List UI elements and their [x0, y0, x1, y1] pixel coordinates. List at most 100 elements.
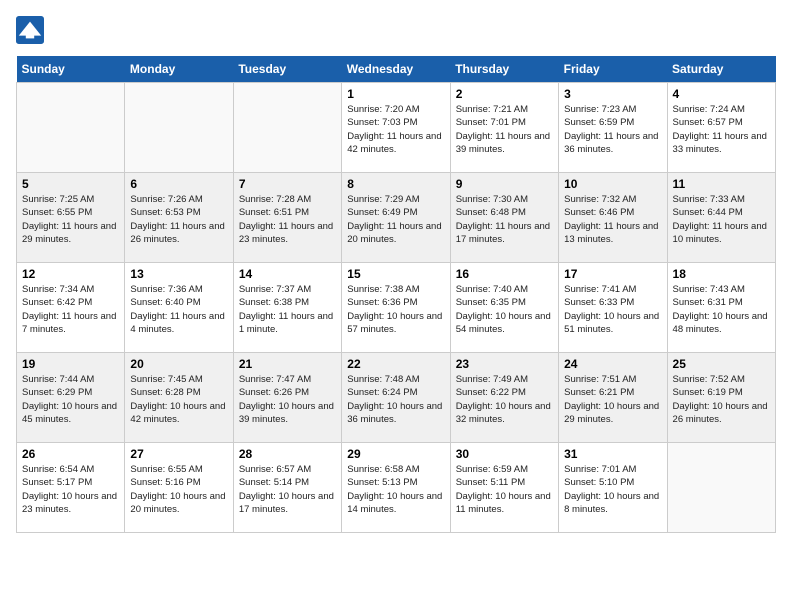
day-number: 10	[564, 177, 661, 191]
calendar-cell: 17 Sunrise: 7:41 AM Sunset: 6:33 PM Dayli…	[559, 263, 667, 353]
col-header-saturday: Saturday	[667, 56, 775, 83]
logo-icon	[16, 16, 44, 44]
day-info: Sunrise: 7:44 AM Sunset: 6:29 PM Dayligh…	[22, 373, 119, 426]
calendar-cell: 19 Sunrise: 7:44 AM Sunset: 6:29 PM Dayli…	[17, 353, 125, 443]
day-info: Sunrise: 7:23 AM Sunset: 6:59 PM Dayligh…	[564, 103, 661, 156]
calendar-cell: 26 Sunrise: 6:54 AM Sunset: 5:17 PM Dayli…	[17, 443, 125, 533]
calendar-cell: 9 Sunrise: 7:30 AM Sunset: 6:48 PM Daylig…	[450, 173, 558, 263]
day-info: Sunrise: 7:48 AM Sunset: 6:24 PM Dayligh…	[347, 373, 444, 426]
day-number: 24	[564, 357, 661, 371]
calendar-cell: 10Sunrise: 7:32 AM Sunset: 6:46 PM Dayli…	[559, 173, 667, 263]
day-info: Sunrise: 7:25 AM Sunset: 6:55 PM Dayligh…	[22, 193, 119, 246]
day-info: Sunrise: 7:30 AM Sunset: 6:48 PM Dayligh…	[456, 193, 553, 246]
day-info: Sunrise: 7:47 AM Sunset: 6:26 PM Dayligh…	[239, 373, 336, 426]
calendar-cell: 22 Sunrise: 7:48 AM Sunset: 6:24 PM Dayli…	[342, 353, 450, 443]
day-info: Sunrise: 7:34 AM Sunset: 6:42 PM Dayligh…	[22, 283, 119, 336]
calendar-table: SundayMondayTuesdayWednesdayThursdayFrid…	[16, 56, 776, 533]
day-info: Sunrise: 7:21 AM Sunset: 7:01 PM Dayligh…	[456, 103, 553, 156]
calendar-cell: 21 Sunrise: 7:47 AM Sunset: 6:26 PM Dayli…	[233, 353, 341, 443]
calendar-cell: 11 Sunrise: 7:33 AM Sunset: 6:44 PM Dayli…	[667, 173, 775, 263]
day-number: 19	[22, 357, 119, 371]
calendar-cell: 16 Sunrise: 7:40 AM Sunset: 6:35 PM Dayli…	[450, 263, 558, 353]
day-info: Sunrise: 7:24 AM Sunset: 6:57 PM Dayligh…	[673, 103, 770, 156]
col-header-tuesday: Tuesday	[233, 56, 341, 83]
day-info: Sunrise: 7:28 AM Sunset: 6:51 PM Dayligh…	[239, 193, 336, 246]
day-info: Sunrise: 7:01 AM Sunset: 5:10 PM Dayligh…	[564, 463, 661, 516]
day-number: 1	[347, 87, 444, 101]
col-header-wednesday: Wednesday	[342, 56, 450, 83]
day-number: 5	[22, 177, 119, 191]
calendar-cell: 20 Sunrise: 7:45 AM Sunset: 6:28 PM Dayli…	[125, 353, 233, 443]
calendar-cell: 7 Sunrise: 7:28 AM Sunset: 6:51 PM Daylig…	[233, 173, 341, 263]
day-number: 20	[130, 357, 227, 371]
day-number: 7	[239, 177, 336, 191]
calendar-cell: 28 Sunrise: 6:57 AM Sunset: 5:14 PM Dayli…	[233, 443, 341, 533]
day-number: 26	[22, 447, 119, 461]
calendar-cell: 2 Sunrise: 7:21 AM Sunset: 7:01 PM Daylig…	[450, 83, 558, 173]
calendar-cell: 29Sunrise: 6:58 AM Sunset: 5:13 PM Dayli…	[342, 443, 450, 533]
day-number: 21	[239, 357, 336, 371]
day-info: Sunrise: 7:38 AM Sunset: 6:36 PM Dayligh…	[347, 283, 444, 336]
day-number: 29	[347, 447, 444, 461]
day-number: 15	[347, 267, 444, 281]
day-info: Sunrise: 7:45 AM Sunset: 6:28 PM Dayligh…	[130, 373, 227, 426]
calendar-cell: 24 Sunrise: 7:51 AM Sunset: 6:21 PM Dayli…	[559, 353, 667, 443]
day-number: 4	[673, 87, 770, 101]
day-info: Sunrise: 6:59 AM Sunset: 5:11 PM Dayligh…	[456, 463, 553, 516]
calendar-cell	[17, 83, 125, 173]
day-number: 17	[564, 267, 661, 281]
day-info: Sunrise: 7:49 AM Sunset: 6:22 PM Dayligh…	[456, 373, 553, 426]
day-info: Sunrise: 7:36 AM Sunset: 6:40 PM Dayligh…	[130, 283, 227, 336]
day-number: 3	[564, 87, 661, 101]
calendar-cell: 4 Sunrise: 7:24 AM Sunset: 6:57 PM Daylig…	[667, 83, 775, 173]
calendar-cell: 6 Sunrise: 7:26 AM Sunset: 6:53 PM Daylig…	[125, 173, 233, 263]
calendar-cell: 25Sunrise: 7:52 AM Sunset: 6:19 PM Dayli…	[667, 353, 775, 443]
day-info: Sunrise: 7:37 AM Sunset: 6:38 PM Dayligh…	[239, 283, 336, 336]
day-info: Sunrise: 7:29 AM Sunset: 6:49 PM Dayligh…	[347, 193, 444, 246]
calendar-cell: 5 Sunrise: 7:25 AM Sunset: 6:55 PM Daylig…	[17, 173, 125, 263]
calendar-cell	[233, 83, 341, 173]
day-info: Sunrise: 6:55 AM Sunset: 5:16 PM Dayligh…	[130, 463, 227, 516]
day-number: 22	[347, 357, 444, 371]
calendar-cell: 14 Sunrise: 7:37 AM Sunset: 6:38 PM Dayli…	[233, 263, 341, 353]
day-number: 11	[673, 177, 770, 191]
day-info: Sunrise: 7:26 AM Sunset: 6:53 PM Dayligh…	[130, 193, 227, 246]
logo	[16, 16, 48, 44]
day-info: Sunrise: 7:40 AM Sunset: 6:35 PM Dayligh…	[456, 283, 553, 336]
day-info: Sunrise: 7:43 AM Sunset: 6:31 PM Dayligh…	[673, 283, 770, 336]
day-number: 30	[456, 447, 553, 461]
calendar-cell: 15 Sunrise: 7:38 AM Sunset: 6:36 PM Dayli…	[342, 263, 450, 353]
day-info: Sunrise: 7:41 AM Sunset: 6:33 PM Dayligh…	[564, 283, 661, 336]
col-header-monday: Monday	[125, 56, 233, 83]
day-number: 6	[130, 177, 227, 191]
day-number: 16	[456, 267, 553, 281]
day-number: 13	[130, 267, 227, 281]
day-number: 8	[347, 177, 444, 191]
day-info: Sunrise: 7:51 AM Sunset: 6:21 PM Dayligh…	[564, 373, 661, 426]
day-number: 25	[673, 357, 770, 371]
page-header	[16, 16, 776, 44]
day-info: Sunrise: 6:57 AM Sunset: 5:14 PM Dayligh…	[239, 463, 336, 516]
day-info: Sunrise: 7:20 AM Sunset: 7:03 PM Dayligh…	[347, 103, 444, 156]
day-number: 12	[22, 267, 119, 281]
calendar-header: SundayMondayTuesdayWednesdayThursdayFrid…	[17, 56, 776, 83]
day-number: 31	[564, 447, 661, 461]
calendar-cell: 31 Sunrise: 7:01 AM Sunset: 5:10 PM Dayli…	[559, 443, 667, 533]
day-number: 28	[239, 447, 336, 461]
col-header-friday: Friday	[559, 56, 667, 83]
day-info: Sunrise: 7:33 AM Sunset: 6:44 PM Dayligh…	[673, 193, 770, 246]
day-number: 9	[456, 177, 553, 191]
day-number: 18	[673, 267, 770, 281]
calendar-cell: 3 Sunrise: 7:23 AM Sunset: 6:59 PM Daylig…	[559, 83, 667, 173]
day-number: 14	[239, 267, 336, 281]
day-info: Sunrise: 6:54 AM Sunset: 5:17 PM Dayligh…	[22, 463, 119, 516]
calendar-cell: 12 Sunrise: 7:34 AM Sunset: 6:42 PM Dayli…	[17, 263, 125, 353]
day-number: 23	[456, 357, 553, 371]
calendar-cell	[125, 83, 233, 173]
calendar-cell: 23 Sunrise: 7:49 AM Sunset: 6:22 PM Dayli…	[450, 353, 558, 443]
col-header-sunday: Sunday	[17, 56, 125, 83]
day-number: 2	[456, 87, 553, 101]
calendar-cell: 27Sunrise: 6:55 AM Sunset: 5:16 PM Dayli…	[125, 443, 233, 533]
col-header-thursday: Thursday	[450, 56, 558, 83]
calendar-cell	[667, 443, 775, 533]
